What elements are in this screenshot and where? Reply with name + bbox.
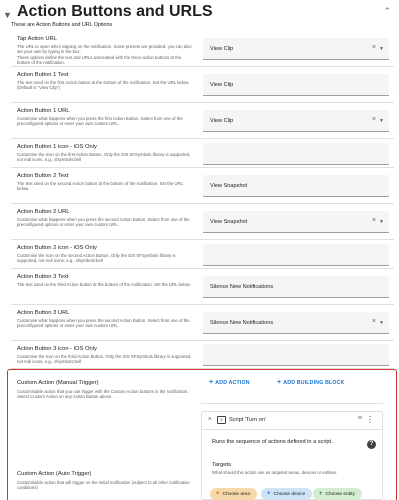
clear-icon[interactable]: × bbox=[372, 318, 376, 325]
dropdown-arrow-icon[interactable]: ▼ bbox=[379, 118, 384, 124]
field-value: View Clip bbox=[210, 118, 234, 124]
settings-row: Tap Action URL The URL to open when tappi… bbox=[11, 31, 394, 67]
section-subtitle: These are Action Buttons and URL Options bbox=[11, 22, 113, 28]
add-building-block-button[interactable]: + ADD BUILDING BLOCK bbox=[277, 379, 345, 386]
target-chip[interactable]: + Choose area bbox=[210, 488, 257, 500]
url-select-field[interactable]: View Snapshot × ▼ bbox=[203, 211, 389, 233]
help-icon[interactable]: ? bbox=[367, 440, 376, 449]
script-card-title: Script 'Turn on' bbox=[229, 417, 267, 423]
row-description: The text used on the first Action button… bbox=[17, 80, 190, 91]
text-field[interactable] bbox=[203, 344, 389, 366]
field-value: Silence New Notifications bbox=[210, 320, 274, 326]
clear-icon[interactable]: × bbox=[372, 217, 376, 224]
plus-icon: + bbox=[209, 379, 214, 386]
targets-desc: What should this action use as targeted … bbox=[212, 470, 338, 475]
field-value: View Snapshot bbox=[210, 183, 248, 189]
row-label: Action Button 1 Text bbox=[17, 72, 69, 78]
plus-icon: + bbox=[277, 379, 282, 386]
add-action-button[interactable]: + ADD ACTION bbox=[209, 379, 250, 386]
text-field[interactable] bbox=[203, 143, 389, 165]
chip-label: Choose device bbox=[273, 492, 306, 497]
settings-row: Action Button 1 Text The text used on the… bbox=[11, 67, 394, 103]
plus-icon: + bbox=[267, 491, 271, 497]
text-field[interactable]: View Snapshot bbox=[203, 175, 389, 197]
row-label: Action Button 3 URL bbox=[17, 310, 70, 316]
clear-icon[interactable]: × bbox=[372, 116, 376, 123]
row-description: Customise what happens when you press th… bbox=[17, 217, 190, 228]
text-field[interactable]: View Clip bbox=[203, 74, 389, 96]
field-value: View Snapshot bbox=[210, 219, 248, 225]
row-description: The URL to open when tapping on the noti… bbox=[17, 44, 192, 65]
target-chip[interactable]: + Choose entity bbox=[313, 488, 362, 500]
settings-row: Action Button 1 icon - iOS Only Customise… bbox=[11, 139, 394, 168]
plus-icon: + bbox=[319, 491, 323, 497]
settings-row: Action Button 3 Text The text used on the… bbox=[11, 269, 394, 305]
row-label: Action Button 2 URL bbox=[17, 209, 70, 215]
url-select-field[interactable]: View Clip × ▼ bbox=[203, 110, 389, 132]
field-value: Silence New Notifications bbox=[210, 284, 274, 290]
divider bbox=[202, 429, 382, 430]
page-title: Action Buttons and URLS bbox=[17, 3, 213, 20]
settings-row: Action Button 2 icon - iOS Only Customise… bbox=[11, 240, 394, 269]
row-description: Customise what happens when you press th… bbox=[17, 318, 190, 329]
row-label: Action Button 1 icon - iOS Only bbox=[17, 144, 97, 150]
text-field[interactable] bbox=[203, 244, 389, 266]
auto-trigger-label: Custom Action (Auto Trigger) bbox=[17, 471, 92, 477]
chip-label: Choose entity bbox=[325, 492, 355, 497]
field-value: View Clip bbox=[210, 46, 234, 52]
row-description: Customise what happens when you press th… bbox=[17, 116, 183, 127]
row-description: Customise the Icon on the second Action … bbox=[17, 253, 176, 264]
text-field[interactable]: Silence New Notifications bbox=[203, 276, 389, 298]
row-description: The text used on the third Action button… bbox=[17, 282, 191, 287]
row-label: Action Button 3 icon - iOS Only bbox=[17, 346, 97, 352]
settings-row: Action Button 3 URL Customise what happen… bbox=[11, 305, 394, 341]
row-label: Action Button 2 icon - iOS Only bbox=[17, 245, 97, 251]
drag-handle-icon[interactable]: ≡ bbox=[358, 415, 362, 422]
row-label: Tap Action URL bbox=[17, 36, 57, 42]
settings-row: Action Button 3 icon - iOS Only Customise… bbox=[11, 341, 394, 369]
url-select-field[interactable]: Silence New Notifications × ▼ bbox=[203, 312, 389, 334]
chevron-up-icon[interactable]: ⌃ bbox=[383, 6, 391, 17]
targets-label: Targets bbox=[212, 462, 232, 468]
manual-trigger-desc: Customisable action that you can trigger… bbox=[17, 389, 189, 400]
url-select-field[interactable]: View Clip × ▼ bbox=[203, 38, 389, 60]
auto-trigger-desc: Customisable action that will trigger on… bbox=[17, 480, 190, 491]
chevron-down-icon[interactable]: ▼ bbox=[3, 10, 12, 20]
row-label: Action Button 3 Text bbox=[17, 274, 69, 280]
script-action-card: ˄ ≡ Script 'Turn on' ≡ ⋮ Runs the sequen… bbox=[201, 411, 383, 500]
clear-icon[interactable]: × bbox=[372, 44, 376, 51]
divider bbox=[201, 403, 383, 404]
chevron-up-icon[interactable]: ˄ bbox=[208, 417, 212, 423]
script-icon: ≡ bbox=[217, 416, 226, 424]
more-options-icon[interactable]: ⋮ bbox=[366, 415, 374, 424]
manual-trigger-label: Custom Action (Manual Trigger) bbox=[17, 380, 99, 386]
plus-icon: + bbox=[216, 491, 220, 497]
chip-label: Choose area bbox=[222, 492, 250, 497]
target-chip[interactable]: + Choose device bbox=[261, 488, 313, 500]
dropdown-arrow-icon[interactable]: ▼ bbox=[379, 320, 384, 326]
row-description: Customise the Icon on the third Action B… bbox=[17, 354, 192, 365]
row-label: Action Button 1 URL bbox=[17, 108, 70, 114]
row-description: Customise the Icon on the first Action B… bbox=[17, 152, 191, 163]
row-label: Action Button 2 Text bbox=[17, 173, 69, 179]
settings-row: Action Button 2 URL Customise what happen… bbox=[11, 204, 394, 240]
field-value: View Clip bbox=[210, 82, 234, 88]
row-description: The text used on the second Action butto… bbox=[17, 181, 183, 192]
script-run-text: Runs the sequence of actions defined in … bbox=[212, 439, 333, 445]
settings-row: Action Button 1 URL Customise what happen… bbox=[11, 103, 394, 139]
settings-row: Action Button 2 Text The text used on the… bbox=[11, 168, 394, 204]
dropdown-arrow-icon[interactable]: ▼ bbox=[379, 46, 384, 52]
add-building-block-label: ADD BUILDING BLOCK bbox=[283, 380, 345, 386]
add-action-label: ADD ACTION bbox=[215, 380, 250, 386]
dropdown-arrow-icon[interactable]: ▼ bbox=[379, 219, 384, 225]
